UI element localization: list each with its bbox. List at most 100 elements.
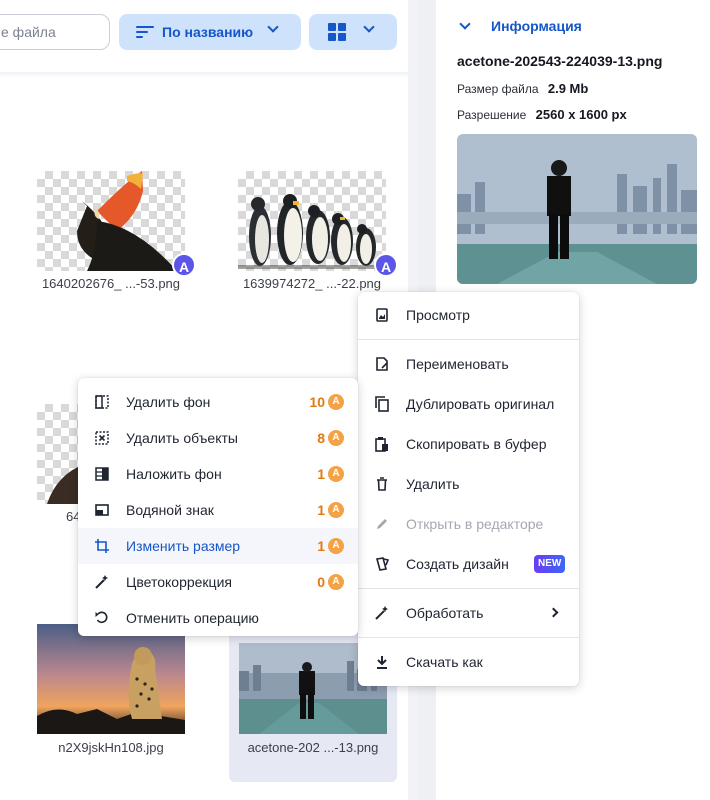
chevron-right-icon	[548, 607, 559, 618]
submenu-item-label: Отменить операцию	[126, 610, 259, 626]
info-preview-image	[457, 134, 697, 284]
menu-item-open-editor: Открыть в редакторе	[358, 506, 579, 542]
sort-label: По названию	[162, 24, 254, 40]
ai-badge: A	[172, 253, 196, 277]
duplicate-icon	[375, 396, 389, 412]
menu-item-label: Скопировать в буфер	[406, 436, 547, 452]
color-correction-icon	[95, 575, 108, 589]
coin-icon: A	[328, 538, 344, 554]
chevron-down-icon	[459, 18, 471, 30]
new-badge: NEW	[534, 555, 566, 573]
menu-item-download-as[interactable]: Скачать как	[358, 644, 579, 680]
menu-item-label: Скачать как	[406, 654, 483, 670]
info-header[interactable]: Информация	[458, 18, 582, 34]
coin-icon: A	[328, 394, 344, 410]
search-input[interactable]: е файла	[0, 14, 110, 50]
cheetah-image	[37, 624, 185, 734]
info-size-row: Размер файла 2.9 Mb	[457, 81, 588, 96]
menu-item-label: Просмотр	[406, 307, 470, 323]
file-thumbnail[interactable]	[37, 171, 185, 271]
file-name: n2X9jskHn108.jpg	[58, 740, 164, 755]
overlay-bg-icon	[95, 467, 109, 481]
menu-item-label: Удалить	[406, 476, 460, 492]
cost-badge: 1A	[317, 466, 344, 482]
info-size-label: Размер файла	[457, 82, 539, 96]
submenu-item-resize[interactable]: Изменить размер 1A	[78, 528, 358, 564]
file-name: 1639974272_ ...-22.png	[242, 276, 382, 291]
menu-item-rename[interactable]: Переименовать	[358, 346, 579, 382]
menu-item-delete[interactable]: Удалить	[358, 466, 579, 502]
coin-icon: A	[328, 574, 344, 590]
menu-item-create-design[interactable]: Создать дизайн NEW	[358, 546, 579, 582]
cost-badge: 1A	[317, 538, 344, 554]
info-title: Информация	[491, 18, 582, 34]
file-thumbnail[interactable]	[238, 171, 386, 271]
coin-icon: A	[328, 430, 344, 446]
rooftop-man-preview	[457, 134, 697, 284]
info-resolution-label: Разрешение	[457, 108, 527, 122]
file-thumbnail[interactable]	[37, 624, 185, 734]
undo-icon	[95, 611, 108, 624]
remove-objects-icon	[95, 431, 109, 445]
menu-separator	[358, 339, 579, 340]
sort-icon	[136, 25, 154, 39]
submenu-item-watermark[interactable]: Водяной знак 1A	[78, 492, 358, 528]
submenu-item-label: Удалить фон	[126, 394, 211, 410]
menu-item-preview[interactable]: Просмотр	[358, 297, 579, 333]
submenu-item-remove-objects[interactable]: Удалить объекты 8A	[78, 420, 358, 456]
menu-item-duplicate[interactable]: Дублировать оригинал	[358, 386, 579, 422]
hornbill-image	[75, 171, 177, 271]
menu-separator	[358, 588, 579, 589]
process-submenu: Удалить фон 10 A Удалить объекты 8A Налож…	[78, 378, 358, 636]
toolbar: е файла По названию	[0, 0, 418, 72]
submenu-item-label: Изменить размер	[126, 538, 241, 554]
info-size-value: 2.9 Mb	[547, 81, 589, 96]
view-mode-button[interactable]	[309, 14, 397, 50]
menu-item-label: Дублировать оригинал	[406, 396, 555, 412]
sort-button[interactable]: По названию	[119, 14, 301, 50]
info-resolution-row: Разрешение 2560 x 1600 px	[457, 107, 627, 122]
menu-item-process[interactable]: Обработать	[358, 595, 579, 631]
menu-item-label: Открыть в редакторе	[406, 516, 544, 532]
context-menu: Просмотр Переименовать Дублировать ориги…	[358, 292, 579, 686]
menu-item-copy-clipboard[interactable]: Скопировать в буфер	[358, 426, 579, 462]
ai-badge: A	[374, 253, 398, 277]
coin-icon: A	[328, 466, 344, 482]
submenu-item-label: Наложить фон	[126, 466, 222, 482]
cost-value: 1	[317, 502, 325, 518]
remove-bg-icon	[95, 395, 109, 409]
cost-badge: 10 A	[309, 394, 344, 410]
submenu-item-remove-bg[interactable]: Удалить фон 10 A	[78, 384, 358, 420]
cost-badge: 1A	[317, 502, 344, 518]
submenu-item-label: Цветокоррекция	[126, 574, 232, 590]
pencil-icon	[377, 519, 387, 529]
trash-icon	[377, 477, 387, 491]
magic-wand-icon	[375, 606, 388, 620]
penguins-image	[238, 194, 386, 269]
design-icon	[375, 557, 390, 571]
coin-icon: A	[328, 502, 344, 518]
clipboard-icon	[375, 437, 388, 452]
cost-value: 1	[317, 466, 325, 482]
submenu-item-overlay-bg[interactable]: Наложить фон 1A	[78, 456, 358, 492]
submenu-item-label: Удалить объекты	[126, 430, 238, 446]
rename-icon	[376, 357, 388, 371]
cost-value: 1	[317, 538, 325, 554]
submenu-item-undo[interactable]: Отменить операцию	[78, 600, 358, 636]
menu-separator	[358, 637, 579, 638]
preview-icon	[376, 308, 388, 322]
menu-item-label: Переименовать	[406, 356, 509, 372]
submenu-item-color-correction[interactable]: Цветокоррекция 0A	[78, 564, 358, 600]
cost-badge: 0A	[317, 574, 344, 590]
download-icon	[377, 656, 387, 669]
file-name: 1640202676_ ...-53.png	[41, 276, 181, 291]
cost-value: 10	[309, 394, 325, 410]
info-filename: acetone-202543-224039-13.png	[457, 53, 663, 69]
crop-icon	[95, 539, 109, 553]
toolbar-shadow	[0, 72, 418, 78]
menu-item-label: Создать дизайн	[406, 556, 509, 572]
chevron-down-icon	[267, 21, 279, 33]
chevron-down-icon	[363, 21, 375, 33]
cost-value: 8	[317, 430, 325, 446]
menu-item-label: Обработать	[406, 605, 484, 621]
